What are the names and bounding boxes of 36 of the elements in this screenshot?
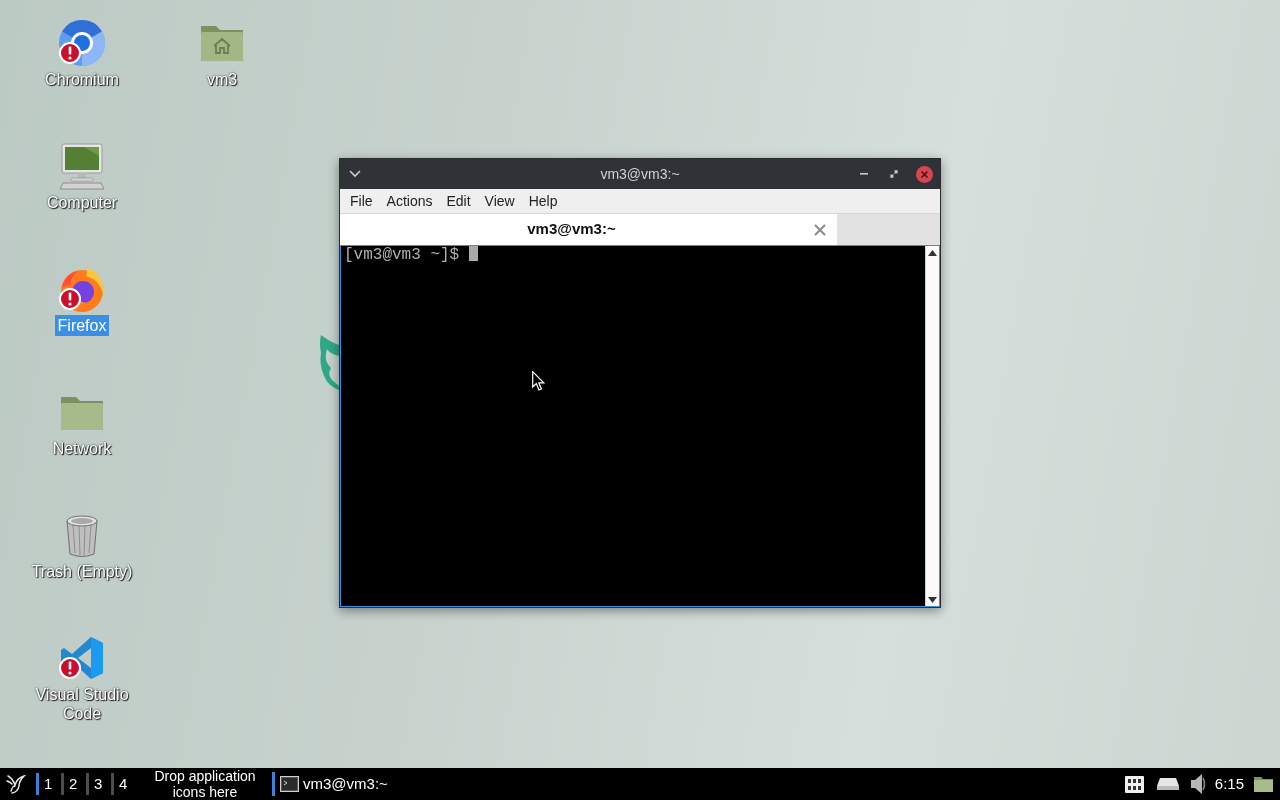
menu-item[interactable]: Edit [439,191,478,211]
down-arrow-icon [928,596,937,603]
launcher-hint-text: Drop application icons here [153,768,257,800]
window-title: vm3@vm3:~ [600,164,680,184]
text-cursor [469,246,479,261]
bird-icon [6,773,26,795]
workspace-button[interactable]: 2 [61,773,86,795]
menu-item[interactable]: View [477,191,522,211]
workspace-button[interactable]: 1 [36,773,61,795]
workspace-button[interactable]: 4 [111,773,136,795]
clock-text: 6:15 [1214,773,1244,794]
scrollbar[interactable] [925,246,939,606]
restore-icon [890,170,898,178]
up-arrow-icon [928,249,937,256]
menu-item[interactable]: Actions [379,191,440,211]
close-tab-button[interactable] [813,222,827,237]
mouse-pointer-icon [532,371,545,391]
terminal-icon [280,776,299,792]
drive-icon[interactable] [1156,778,1179,790]
menu-item[interactable]: Help [521,191,565,211]
minimize-icon [860,173,868,175]
speaker-icon[interactable] [1190,773,1206,795]
close-icon [813,222,827,237]
task-button[interactable]: vm3@vm3:~ [272,772,394,796]
workspace-button[interactable]: 3 [86,773,111,795]
menu-item[interactable]: File [343,191,380,211]
leaf-drawing [318,334,339,390]
close-button[interactable] [913,163,935,185]
computer-icon[interactable] [58,142,106,190]
applet-grid-icon[interactable] [1124,775,1144,793]
start-menu-button[interactable] [4,772,28,796]
folder-icon[interactable] [1254,776,1273,792]
chevron-down-icon [349,170,361,178]
prompt-text: [vm3@vm3 ~]$ [344,246,460,264]
close-icon [915,165,933,183]
terminal-tab[interactable]: vm3@vm3:~ [340,214,837,245]
